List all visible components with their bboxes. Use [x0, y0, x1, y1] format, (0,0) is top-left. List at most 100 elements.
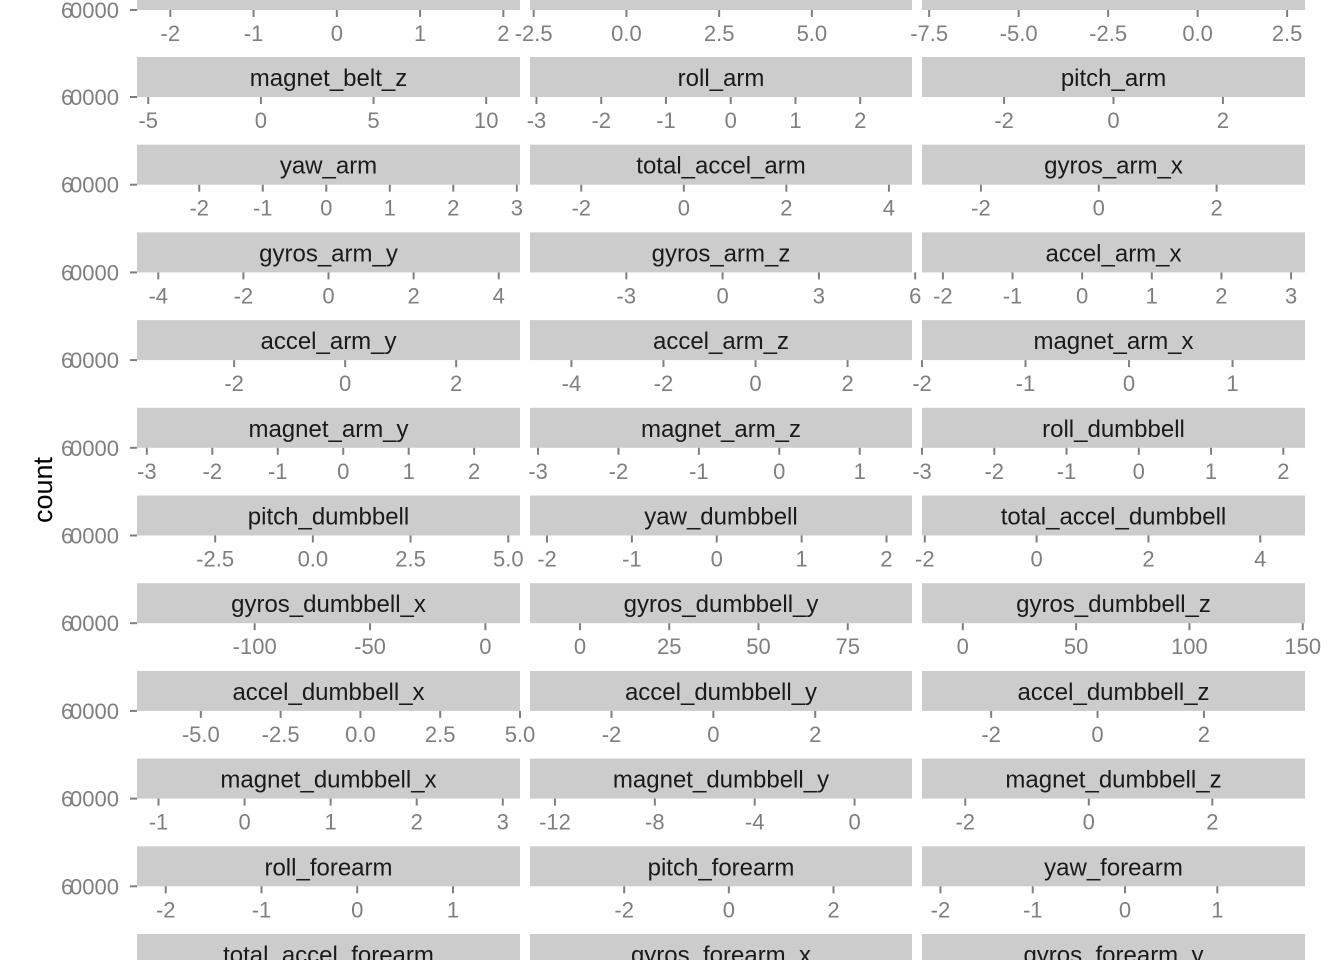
x-axis-tick-label: 6: [909, 283, 921, 308]
facet-strip-label: accel_dumbbell_x: [232, 679, 424, 706]
x-axis-tick-label: 2: [1142, 547, 1154, 572]
x-axis-tick-label: -2: [224, 371, 244, 396]
x-axis-tick-label: 2: [1210, 196, 1222, 221]
facet-panel: gyros_arm_z -3 0 3 6: [530, 232, 921, 308]
x-axis-tick-label: -2.5: [262, 722, 300, 747]
x-axis-tick-label: -2: [156, 897, 176, 922]
facet-panel: roll_forearm -2 -1 0 1: [137, 846, 520, 922]
x-axis-tick-label: 0: [574, 634, 586, 659]
x-axis-tick-label: 4: [1254, 547, 1266, 572]
facet-panel: accel_arm_x -2 -1 0 1 2 3: [922, 232, 1305, 308]
x-axis-tick-label: 0: [331, 21, 343, 46]
x-axis-tick-label: -2: [971, 196, 991, 221]
x-axis-tick-label: -4: [745, 810, 765, 835]
x-axis-tick-label: 0: [320, 196, 332, 221]
y-axis: 00006: [61, 874, 137, 899]
facet-panel: yaw_forearm -2 -1 0 1: [922, 846, 1305, 922]
x-axis-tick-label: 1: [1226, 371, 1238, 396]
x-axis-tick-label: 2.5: [704, 21, 735, 46]
x-axis-tick-label: -2: [189, 196, 209, 221]
facet-strip-label: pitch_forearm: [648, 854, 795, 881]
x-axis-tick-label: 2.5: [1272, 21, 1303, 46]
x-axis-tick-label: -3: [528, 459, 548, 484]
facet-panel: gyros_forearm_y: [922, 934, 1305, 960]
y-axis-layer: 0000600006000060000600006000060000600006…: [61, 0, 137, 899]
x-axis-tick-label: -2: [614, 897, 634, 922]
x-axis-tick-label: 0: [1119, 897, 1131, 922]
facet-strip-label: gyros_dumbbell_y: [624, 591, 819, 618]
facet-strip-label: magnet_arm_z: [641, 416, 801, 443]
y-axis: 00006: [61, 699, 137, 724]
y-axis-label: count: [28, 456, 58, 523]
x-axis-tick-label: 0.0: [298, 547, 329, 572]
x-axis-tick-label: -3: [617, 283, 637, 308]
x-axis-tick-label: 50: [746, 634, 770, 659]
facet-strip-label: roll_forearm: [264, 854, 392, 881]
y-axis: 00006: [61, 524, 137, 549]
x-axis-tick-label: 0: [723, 897, 735, 922]
x-axis-tick-label: 1: [447, 897, 459, 922]
x-axis-tick-label: -2: [203, 459, 223, 484]
x-axis-tick-label: 2: [447, 196, 459, 221]
facet-strip-label: gyros_arm_x: [1044, 153, 1183, 180]
x-axis-tick-label: -2.5: [1089, 21, 1127, 46]
facet-strip-label: pitch_arm: [1061, 65, 1166, 92]
x-axis-tick-label: 0.0: [611, 21, 642, 46]
x-axis-tick-label: -2: [981, 722, 1001, 747]
x-axis-tick-label: 1: [414, 21, 426, 46]
facet-strip-label: pitch_dumbbell: [248, 504, 409, 531]
x-axis-tick-label: 0: [957, 634, 969, 659]
x-axis-tick-label: 5.0: [505, 722, 536, 747]
x-axis-tick-label: 0: [339, 371, 351, 396]
x-axis-tick-label: -1: [1016, 371, 1036, 396]
facet-strip-label: total_accel_dumbbell: [1001, 504, 1226, 531]
facet-panel: magnet_arm_z -3 -2 -1 0 1: [528, 407, 912, 484]
y-axis-tick-label: 0000: [70, 524, 119, 549]
x-axis-tick-label: 4: [493, 283, 505, 308]
facet-strip-label: magnet_dumbbell_z: [1005, 767, 1221, 794]
x-axis-tick-label: 0: [351, 897, 363, 922]
x-axis-tick-label: 1: [854, 459, 866, 484]
facet-strip-label: accel_dumbbell_y: [625, 679, 817, 706]
facet-panel: accel_dumbbell_z -2 0 2: [922, 670, 1305, 747]
x-axis-tick-label: 2: [1215, 283, 1227, 308]
facet-strip-label: gyros_dumbbell_x: [231, 591, 426, 618]
y-axis-tick-label-overlay: 6: [61, 874, 73, 899]
x-axis-tick-label: 0: [773, 459, 785, 484]
facet-strip-label: magnet_belt_z: [250, 65, 407, 92]
x-axis-tick-label: 2: [780, 196, 792, 221]
facet-strip-label: total_accel_forearm: [223, 942, 434, 960]
x-axis-tick-label: 0: [1107, 108, 1119, 133]
facet-panel: yaw_dumbbell -2 -1 0 1 2: [530, 495, 912, 572]
x-axis-tick-label: -5: [138, 108, 158, 133]
x-axis-tick-label: 2: [1206, 810, 1218, 835]
facet-panel: total_accel_arm -2 0 2 4: [530, 144, 912, 221]
facet-panel: gyros_arm_y -4 -2 0 2 4: [137, 232, 520, 308]
faceted-histogram-chart: -2 -1 0 1 2 -2.5 0.0 2.5 5.0 -7.5 -5.0 -2.5 0.0 2.5 ma…: [28, 0, 1321, 960]
y-axis-tick-label-overlay: 6: [61, 173, 73, 198]
facet-panel: accel_dumbbell_x -5.0 -2.5 0.0 2.5 5.0: [137, 670, 536, 747]
top-partial-row: -2 -1 0 1 2 -2.5 0.0 2.5 5.0 -7.5 -5.0 -2.5 0.0 2.5: [137, 0, 1305, 46]
x-axis-tick-label: -2: [931, 897, 951, 922]
facet-panel: pitch_dumbbell -2.5 0.0 2.5 5.0: [137, 495, 524, 572]
x-axis-tick-label: -2: [984, 459, 1004, 484]
x-axis-tick-label: -2: [955, 810, 975, 835]
x-axis-tick-label: 0: [1123, 371, 1135, 396]
x-axis-tick-label: -7.5: [910, 21, 948, 46]
facet-panel: gyros_arm_x -2 0 2: [922, 144, 1305, 221]
facet-strip-label: yaw_arm: [280, 153, 377, 180]
facet-strip: [137, 0, 520, 10]
x-axis-tick-label: -5.0: [1000, 21, 1038, 46]
y-axis: 00006: [61, 787, 137, 812]
facet-strip-label: magnet_dumbbell_x: [220, 767, 436, 794]
y-axis: 00006: [61, 85, 137, 110]
x-axis-tick-label: -2: [994, 108, 1014, 133]
x-axis-tick-label: 0: [1093, 196, 1105, 221]
facet-panel: total_accel_forearm: [137, 934, 520, 960]
x-axis-tick-label: -2: [912, 371, 932, 396]
y-axis-tick-label: 0000: [70, 787, 119, 812]
x-axis-tick-label: 0: [848, 810, 860, 835]
facet-panel: magnet_belt_z -5 0 5 10: [137, 57, 520, 133]
x-axis-tick-label: 2: [1217, 108, 1229, 133]
facet-strip-label: magnet_arm_x: [1033, 328, 1193, 355]
